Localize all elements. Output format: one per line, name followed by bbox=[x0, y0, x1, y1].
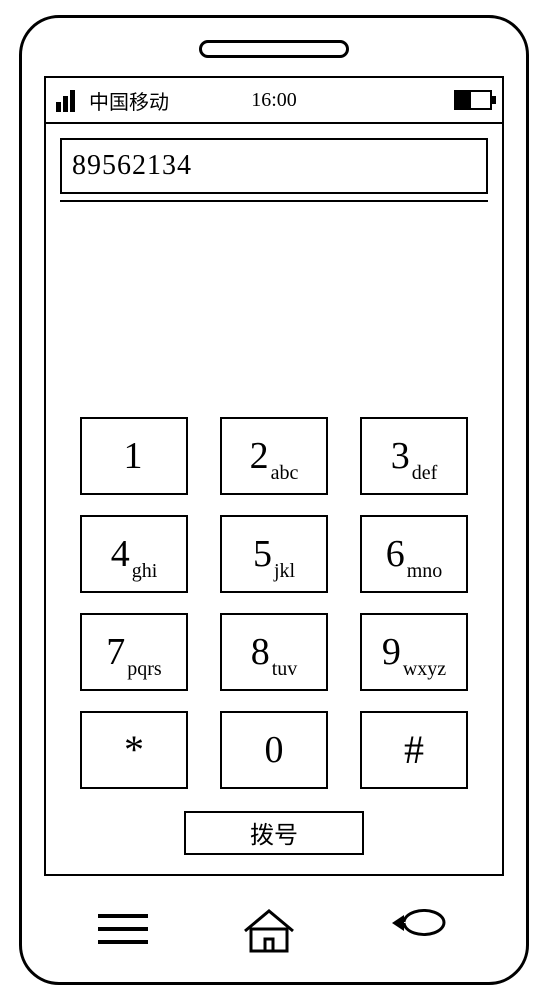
battery-icon bbox=[454, 90, 492, 110]
key-7[interactable]: 7pqrs bbox=[80, 613, 188, 691]
signal-icon bbox=[56, 88, 75, 112]
dialer-area: 89562134 1 2abc 3def 4ghi 5jkl 6mno 7pqr… bbox=[46, 124, 502, 874]
back-button[interactable] bbox=[390, 909, 450, 949]
screen: 中国移动 16:00 89562134 1 2abc 3def 4ghi 5jk… bbox=[44, 76, 504, 876]
key-0[interactable]: 0 bbox=[220, 711, 328, 789]
status-bar: 中国移动 16:00 bbox=[46, 78, 502, 124]
key-4[interactable]: 4ghi bbox=[80, 515, 188, 593]
carrier-label: 中国移动 bbox=[89, 86, 169, 115]
keypad: 1 2abc 3def 4ghi 5jkl 6mno 7pqrs 8tuv 9w… bbox=[60, 417, 488, 789]
number-display[interactable]: 89562134 bbox=[60, 138, 488, 194]
menu-button[interactable] bbox=[98, 914, 148, 944]
nav-bar bbox=[22, 876, 526, 982]
key-8[interactable]: 8tuv bbox=[220, 613, 328, 691]
speaker-grill bbox=[199, 40, 349, 58]
phone-body: 中国移动 16:00 89562134 1 2abc 3def 4ghi 5jk… bbox=[19, 15, 529, 985]
home-button[interactable] bbox=[241, 905, 297, 953]
dial-button[interactable]: 拨号 bbox=[184, 811, 364, 855]
key-9[interactable]: 9wxyz bbox=[360, 613, 468, 691]
key-2[interactable]: 2abc bbox=[220, 417, 328, 495]
key-5[interactable]: 5jkl bbox=[220, 515, 328, 593]
battery-level bbox=[456, 92, 471, 108]
key-3[interactable]: 3def bbox=[360, 417, 468, 495]
key-hash[interactable]: # bbox=[360, 711, 468, 789]
key-6[interactable]: 6mno bbox=[360, 515, 468, 593]
key-star[interactable]: * bbox=[80, 711, 188, 789]
key-1[interactable]: 1 bbox=[80, 417, 188, 495]
divider bbox=[60, 200, 488, 202]
